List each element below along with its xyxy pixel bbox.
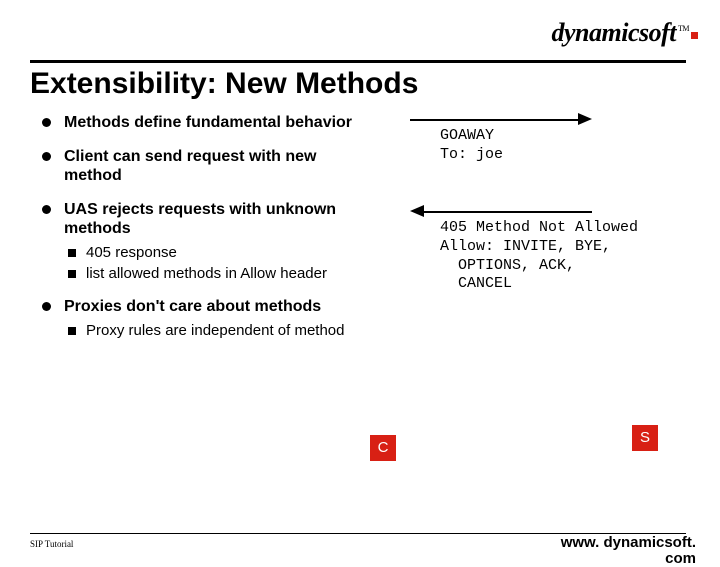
request-arrow-line-icon xyxy=(410,119,580,121)
bullet-item: Methods define fundamental behavior xyxy=(40,113,370,133)
footer-url-line: www. dynamicsoft. xyxy=(561,535,696,551)
footer-left-text: SIP Tutorial xyxy=(30,539,73,549)
bullet-column: Methods define fundamental behavior Clie… xyxy=(40,113,370,354)
bullet-text: Proxies don't care about methods xyxy=(64,298,321,315)
footer-url-line: com xyxy=(561,551,696,567)
logo-tm: TM xyxy=(678,24,689,33)
bullet-item: Proxies don't care about methods Proxy r… xyxy=(40,297,370,340)
bullet-text: UAS rejects requests with unknown method… xyxy=(64,201,336,238)
logo: dynamicsoftTM xyxy=(552,18,699,48)
request-message: GOAWAY To: joe xyxy=(440,127,503,165)
diagram-column: GOAWAY To: joe 405 Method Not Allowed Al… xyxy=(400,113,690,413)
response-arrow-line-icon xyxy=(422,211,592,213)
sub-bullet-item: list allowed methods in Allow header xyxy=(64,265,370,283)
actor-client: C xyxy=(370,435,396,461)
actor-server: S xyxy=(632,425,658,451)
logo-text: dynamicsoft xyxy=(552,18,677,47)
sub-bullet-item: Proxy rules are independent of method xyxy=(64,322,370,340)
bullet-item: UAS rejects requests with unknown method… xyxy=(40,200,370,284)
response-line: 405 Method Not Allowed xyxy=(440,219,638,236)
response-line: CANCEL xyxy=(440,275,512,292)
response-message: 405 Method Not Allowed Allow: INVITE, BY… xyxy=(440,219,638,294)
sub-bullet-item: 405 response xyxy=(64,244,370,262)
response-line: OPTIONS, ACK, xyxy=(440,257,575,274)
logo-dot-icon xyxy=(691,32,698,39)
request-line: GOAWAY xyxy=(440,127,494,144)
bullet-item: Client can send request with new method xyxy=(40,147,370,186)
slide-title: Extensibility: New Methods xyxy=(0,63,720,113)
response-arrow-head-icon xyxy=(410,205,424,217)
request-arrow-head-icon xyxy=(578,113,592,125)
bullet-text: Client can send request with new method xyxy=(64,148,317,185)
bullet-text: Methods define fundamental behavior xyxy=(64,114,352,131)
request-line: To: joe xyxy=(440,146,503,163)
response-line: Allow: INVITE, BYE, xyxy=(440,238,611,255)
